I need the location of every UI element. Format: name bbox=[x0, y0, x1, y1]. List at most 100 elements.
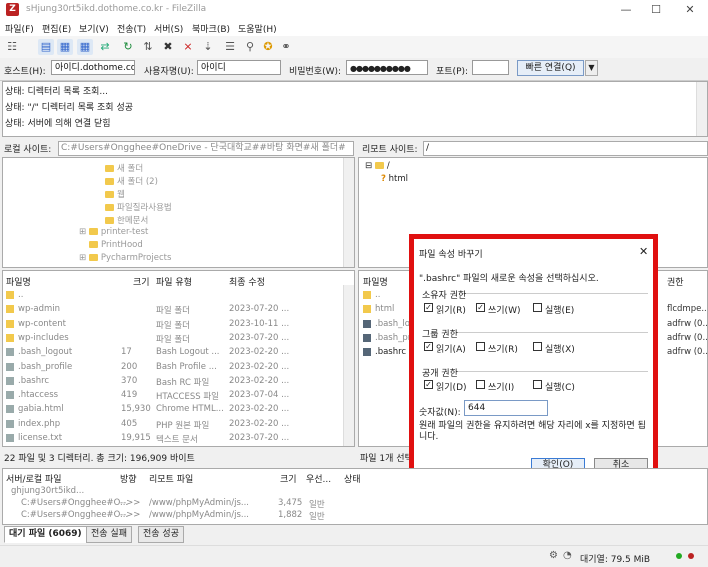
queue-row[interactable]: ghjung30rt5ikd... bbox=[3, 486, 703, 497]
log-scrollbar[interactable] bbox=[696, 82, 707, 136]
queue-row[interactable]: C:#Users#Ongghee#O... -->> /www/phpMyAdmin… bbox=[3, 498, 703, 510]
local-list-scrollbar[interactable] bbox=[343, 285, 354, 446]
host-input[interactable]: 아이디.dothome.co.kr bbox=[51, 60, 135, 75]
reconnect-icon[interactable]: ⇣ bbox=[200, 39, 216, 55]
cell-modified: 2023-07-20 ... bbox=[229, 304, 290, 315]
menu-help[interactable]: 도움말(H) bbox=[238, 22, 277, 35]
tree-item[interactable]: ? html bbox=[381, 174, 408, 184]
col-remote-file[interactable]: 리모트 파일 bbox=[149, 472, 193, 485]
cell-size: 405 bbox=[121, 418, 138, 429]
col-filename[interactable]: 파일명 bbox=[363, 275, 388, 288]
compare-icon[interactable]: ⚲ bbox=[242, 39, 258, 55]
tab-failed-transfers[interactable]: 전송 실패 bbox=[86, 526, 132, 543]
maximize-button[interactable]: ☐ bbox=[642, 2, 670, 18]
gear-icon[interactable]: ⚙ bbox=[549, 550, 558, 561]
group-exec-checkbox[interactable] bbox=[533, 342, 542, 351]
table-row[interactable]: .bash_logout 17 Bash Logout ... 2023-02-20 … bbox=[3, 346, 343, 359]
group-read-checkbox[interactable]: ✓ bbox=[424, 342, 433, 351]
table-row[interactable]: gabia.html 15,930 Chrome HTML... 2023-02-20… bbox=[3, 403, 343, 416]
toggle-queue-icon[interactable]: ⇄ bbox=[97, 39, 113, 55]
tree-item[interactable]: 웹 bbox=[105, 188, 125, 200]
tree-item[interactable]: 새 폴더 (2) bbox=[105, 175, 158, 187]
table-row[interactable]: license.txt 19,915 텍스트 문서 2023-07-20 ... bbox=[3, 432, 343, 445]
disconnect-icon[interactable]: ⨯ bbox=[180, 39, 196, 55]
queue-row[interactable]: C:#Users#Ongghee#O... -->> /www/phpMyAdmin… bbox=[3, 510, 703, 522]
table-row[interactable]: index.php 405 PHP 원본 파일 2023-02-20 ... bbox=[3, 418, 343, 431]
col-size[interactable]: 크기 bbox=[280, 472, 297, 485]
public-exec-checkbox[interactable] bbox=[533, 380, 542, 389]
tree-item[interactable]: 한메문서 bbox=[105, 214, 148, 226]
quickconnect-dropdown[interactable]: ▼ bbox=[585, 60, 598, 76]
file-icon bbox=[6, 391, 14, 400]
menu-server[interactable]: 서버(S) bbox=[154, 22, 183, 35]
numeric-input[interactable]: 644 bbox=[464, 400, 548, 416]
filter-icon[interactable]: ☰ bbox=[222, 39, 238, 55]
tree-item[interactable]: 새 폴더 bbox=[105, 162, 143, 174]
password-input[interactable]: ●●●●●●●●●● bbox=[346, 60, 428, 75]
table-row[interactable]: wp-content 파일 폴더 2023-10-11 ... bbox=[3, 318, 343, 331]
dialog-close-icon[interactable]: ✕ bbox=[639, 245, 648, 258]
tree-item[interactable]: ⊞ printer-test bbox=[79, 227, 148, 237]
col-filename[interactable]: 파일명 bbox=[6, 275, 31, 288]
col-server-file[interactable]: 서버/로컬 파일 bbox=[6, 472, 62, 485]
cell-modified: 2023-02-20 ... bbox=[229, 404, 290, 415]
user-input[interactable]: 아이디 bbox=[197, 60, 281, 75]
table-row[interactable]: wp-includes 파일 폴더 2023-07-20 ... bbox=[3, 332, 343, 345]
col-priority[interactable]: 우선... bbox=[306, 472, 331, 485]
toggle-remote-tree-icon[interactable]: ▦ bbox=[77, 39, 93, 55]
process-queue-icon[interactable]: ⇅ bbox=[140, 39, 156, 55]
col-modified[interactable]: 최종 수정 bbox=[229, 275, 265, 288]
search-icon[interactable]: ⚭ bbox=[278, 39, 294, 55]
minimize-button[interactable]: — bbox=[612, 2, 640, 18]
menu-transfer[interactable]: 전송(T) bbox=[117, 22, 146, 35]
table-row[interactable]: .bash_profile 200 Bash Profile ... 2023-02-… bbox=[3, 361, 343, 374]
cell-name: .htaccess bbox=[18, 390, 59, 401]
table-row[interactable]: .bashrc 370 Bash RC 파일 2023-02-20 ... bbox=[3, 375, 343, 388]
tree-item[interactable]: 파일질라사용법 bbox=[105, 201, 172, 213]
tree-item[interactable]: ⊞ PycharmProjects bbox=[79, 253, 171, 263]
table-row[interactable]: .htaccess 419 HTACCESS 파일 2023-07-04 ... bbox=[3, 389, 343, 402]
col-size[interactable]: 크기 bbox=[133, 275, 150, 288]
close-button[interactable]: ✕ bbox=[676, 2, 704, 18]
cell-name: .bash_profile bbox=[18, 361, 73, 372]
owner-exec-checkbox[interactable] bbox=[533, 303, 542, 312]
owner-read-checkbox[interactable]: ✓ bbox=[424, 303, 433, 312]
public-write-checkbox[interactable] bbox=[476, 380, 485, 389]
quickconnect-button[interactable]: 빠른 연결(Q) bbox=[517, 60, 584, 76]
toggle-local-tree-icon[interactable]: ▦ bbox=[57, 39, 73, 55]
local-tree-scrollbar[interactable] bbox=[343, 158, 354, 267]
cell-remote: /www/phpMyAdmin/js... bbox=[149, 510, 249, 520]
menu-file[interactable]: 파일(F) bbox=[5, 22, 34, 35]
cell-type: 파일 폴더 bbox=[156, 306, 190, 317]
cell-dir: -->> bbox=[120, 498, 141, 508]
group-write-checkbox[interactable] bbox=[476, 342, 485, 351]
tree-item[interactable]: PrintHood bbox=[89, 240, 143, 250]
cancel-icon[interactable]: ✖ bbox=[160, 39, 176, 55]
menu-view[interactable]: 보기(V) bbox=[79, 22, 109, 35]
local-site-path[interactable]: C:#Users#Ongghee#OneDrive - 단국대학교##바탕 화면… bbox=[58, 141, 354, 156]
toggle-log-icon[interactable]: ▤ bbox=[38, 39, 54, 55]
col-type[interactable]: 파일 유형 bbox=[156, 275, 192, 288]
sync-browse-icon[interactable]: ✪ bbox=[260, 39, 276, 55]
tab-successful-transfers[interactable]: 전송 성공 bbox=[138, 526, 184, 543]
col-status[interactable]: 상태 bbox=[344, 472, 361, 485]
file-icon bbox=[6, 348, 14, 357]
table-row[interactable]: .. bbox=[3, 289, 343, 302]
tree-item[interactable]: ⊟ / bbox=[365, 161, 390, 171]
menu-edit[interactable]: 편집(E) bbox=[42, 22, 71, 35]
divider bbox=[456, 332, 648, 333]
tab-queued-files[interactable]: 대기 파일 (6069) bbox=[4, 526, 87, 543]
public-read-checkbox[interactable]: ✓ bbox=[424, 380, 433, 389]
port-input[interactable] bbox=[472, 60, 509, 75]
cell-size: 15,930 bbox=[121, 404, 151, 415]
table-row[interactable]: wp-admin 파일 폴더 2023-07-20 ... bbox=[3, 303, 343, 316]
col-permissions[interactable]: 권한 bbox=[667, 275, 684, 288]
speed-limit-icon[interactable]: ◔ bbox=[563, 550, 572, 561]
site-manager-icon[interactable]: ☷ bbox=[4, 39, 20, 55]
col-direction[interactable]: 방향 bbox=[120, 472, 137, 485]
remote-site-path[interactable]: / bbox=[423, 141, 708, 156]
toolbar: ☷ ▤ ▦ ▦ ⇄ ↻ ⇅ ✖ ⨯ ⇣ ☰ ⚲ ✪ ⚭ bbox=[0, 36, 708, 59]
menu-bookmarks[interactable]: 북마크(B) bbox=[192, 22, 230, 35]
owner-write-checkbox[interactable]: ✓ bbox=[476, 303, 485, 312]
refresh-icon[interactable]: ↻ bbox=[120, 39, 136, 55]
